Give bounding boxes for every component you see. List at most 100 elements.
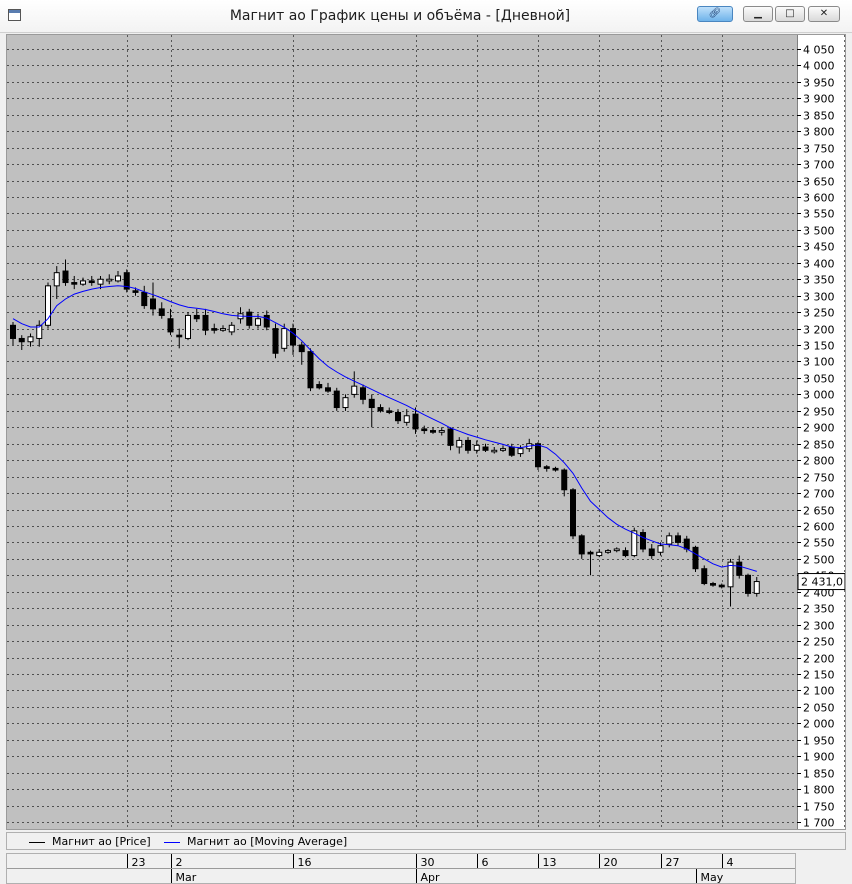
y-tick-label: 2 550 — [803, 537, 835, 550]
candle — [640, 529, 646, 553]
candle-body-down — [447, 428, 454, 446]
time-tick-label: 16 — [298, 856, 312, 869]
candle-body-down — [692, 546, 699, 570]
y-tick-label: 2 000 — [803, 718, 835, 731]
time-axis[interactable]: 23216306132027418MarAprMay — [6, 853, 796, 884]
candle-body-up — [255, 318, 261, 326]
candle-body-down — [325, 387, 331, 392]
plot-area — [7, 35, 797, 829]
candle-body-down — [482, 446, 489, 451]
candle-body-down — [290, 328, 296, 346]
candle-body-down — [535, 443, 541, 468]
candle-body-down — [316, 384, 323, 389]
y-tick-label: 3 150 — [803, 340, 835, 353]
chart-window: Магнит ао График цены и объёма - [Дневно… — [0, 0, 852, 884]
time-tick-label: 13 — [543, 856, 557, 869]
y-tick-label: 3 250 — [803, 307, 835, 320]
candle-body-down — [272, 328, 279, 354]
y-tick-label: 1 800 — [803, 784, 835, 797]
candle-body-down — [132, 290, 139, 293]
y-tick-label: 2 200 — [803, 653, 835, 666]
y-tick-label: 3 300 — [803, 291, 835, 304]
candle-body-up — [342, 397, 349, 409]
y-tick-label: 4 050 — [803, 44, 835, 57]
close-button[interactable]: ✕ — [808, 6, 840, 22]
candle-body-up — [27, 336, 34, 343]
candle — [272, 323, 279, 359]
candle-body-up — [403, 415, 410, 423]
y-tick-label: 3 850 — [803, 110, 835, 123]
y-tick-label: 2 300 — [803, 620, 835, 633]
candle-body-down — [465, 439, 471, 451]
y-tick-label: 2 900 — [803, 422, 835, 435]
candle-body-up — [657, 545, 664, 553]
price-chart-svg[interactable]: 4 050 4 000 3 950 3 900 3 850 3 800 3 750 3 700… — [7, 35, 845, 829]
y-tick-label: 3 450 — [803, 241, 835, 254]
y-tick-label: 1 850 — [803, 768, 835, 781]
legend-label-moving-average: Магнит ао [Moving Average] — [187, 835, 348, 848]
y-tick-label: 3 650 — [803, 176, 835, 189]
maximize-button[interactable]: □ — [775, 6, 805, 22]
candle-body-down — [263, 314, 270, 328]
candle-body-down — [307, 351, 314, 389]
legend-swatch-moving-average — [164, 841, 180, 843]
candle-body-down — [246, 311, 253, 326]
candle — [745, 573, 751, 597]
y-tick-label: 2 150 — [803, 669, 835, 682]
candle-body-up — [351, 385, 358, 395]
candle-body-down — [298, 344, 305, 353]
candle-body-up — [473, 444, 480, 451]
month-label: Apr — [421, 871, 441, 883]
y-tick-label: 3 550 — [803, 208, 835, 221]
time-tick-label: 20 — [604, 856, 618, 869]
y-tick-label: 3 350 — [803, 274, 835, 287]
window-title: Магнит ао График цены и объёма - [Дневно… — [229, 8, 571, 24]
candle-body-down — [622, 550, 629, 557]
title-bar[interactable]: Магнит ао График цены и объёма - [Дневно… — [0, 0, 852, 33]
candle-body-up — [517, 448, 524, 455]
candle-body-down — [736, 561, 743, 576]
candle — [535, 442, 541, 471]
link-button[interactable]: 🔗︎ — [697, 6, 733, 22]
candle-body-down — [701, 568, 708, 585]
time-axis-svg: 23216306132027418MarAprMay — [7, 854, 795, 883]
candle-body-down — [675, 535, 681, 543]
y-tick-label: 2 500 — [803, 554, 835, 567]
candle-body-down — [10, 324, 16, 339]
candle-body-down — [640, 532, 646, 550]
candle-body-up — [666, 535, 673, 545]
candle-body-up — [220, 328, 226, 331]
y-tick-label: 2 100 — [803, 685, 835, 698]
time-tick-label: 6 — [482, 856, 489, 869]
candle-body-up — [97, 278, 104, 285]
y-tick-label: 3 600 — [803, 192, 835, 205]
y-tick-label: 2 800 — [803, 455, 835, 468]
candle-body-up — [491, 449, 498, 453]
candle-body-down — [62, 270, 69, 284]
y-tick-label: 3 000 — [803, 389, 835, 402]
candle — [692, 545, 699, 573]
y-tick-label: 2 700 — [803, 488, 835, 501]
legend-item-moving-average: Магнит ао [Moving Average] — [164, 835, 347, 848]
candle — [333, 387, 340, 411]
price-chart[interactable]: 4 050 4 000 3 950 3 900 3 850 3 800 3 750 3 700… — [6, 34, 846, 830]
candle-body-up — [106, 278, 113, 282]
minimize-icon: ▁ — [754, 8, 762, 19]
candle-body-down — [377, 407, 384, 412]
y-tick-label: 3 200 — [803, 324, 835, 337]
chart-legend: Магнит ао [Price] Магнит ао [Moving Aver… — [6, 832, 846, 850]
y-tick-label: 2 050 — [803, 702, 835, 715]
time-tick-label: 2 — [176, 856, 183, 869]
candle-body-down — [386, 410, 393, 413]
candle-body-up — [613, 548, 620, 552]
candle-body-down — [710, 583, 716, 586]
y-tick-label: 2 250 — [803, 636, 835, 649]
candle-body-down — [745, 574, 751, 594]
y-tick-label: 3 700 — [803, 159, 835, 172]
minimize-button[interactable]: ▁ — [743, 6, 773, 22]
y-tick-label: 1 700 — [803, 817, 835, 830]
candle-body-up — [500, 448, 506, 451]
y-tick-label: 2 350 — [803, 603, 835, 616]
candle-body-down — [141, 291, 148, 307]
time-tick-label: 30 — [421, 856, 435, 869]
